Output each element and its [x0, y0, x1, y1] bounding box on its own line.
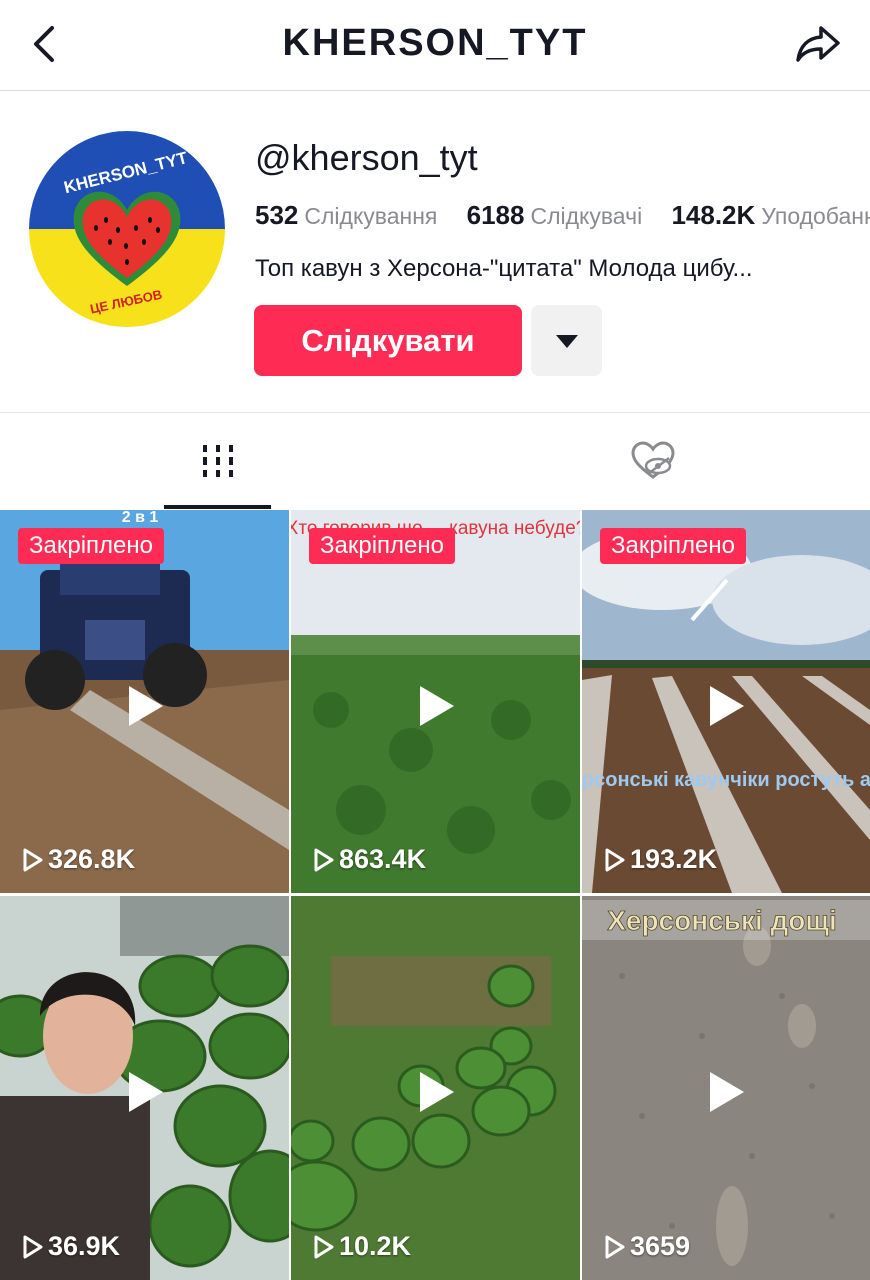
view-count: 3659	[604, 1231, 690, 1262]
pinned-badge: Закріплено	[309, 528, 455, 564]
profile-stats: 532 Слідкування 6188 Слідкувачі 148.2K Упод…	[255, 200, 870, 231]
share-icon	[796, 26, 840, 62]
play-icon	[419, 685, 454, 726]
video-tile-3[interactable]: Херсонські кавунчіки ростуть але Закріпл…	[582, 510, 870, 893]
play-icon	[419, 1072, 454, 1112]
username: @kherson_tyt	[255, 137, 478, 178]
suggested-accounts-button[interactable]	[531, 305, 602, 376]
liked-hidden-icon	[630, 441, 675, 479]
view-count: 326.8K	[22, 844, 135, 875]
video-tile-2[interactable]: Хто говорив що ... кавуна небуде? Закріп…	[291, 510, 580, 893]
page-title: KHERSON_TYT	[282, 22, 588, 64]
grid-icon	[202, 445, 233, 477]
follow-button[interactable]: Слідкувати	[254, 305, 522, 376]
video-tile-4[interactable]: 36.9K	[0, 896, 289, 1280]
play-outline-icon	[605, 848, 625, 871]
caret-down-icon	[555, 334, 578, 348]
tab-videos[interactable]	[0, 413, 435, 509]
pinned-badge: Закріплено	[600, 528, 746, 564]
likes-count: 148.2K	[671, 200, 756, 230]
video-grid: 2 в 1 Закріплено 326.8K Хто говорив що .…	[0, 510, 870, 1280]
play-outline-icon	[314, 1235, 334, 1258]
followers-label[interactable]: Слідкувачі	[530, 203, 642, 229]
active-tab-indicator	[164, 505, 271, 509]
avatar[interactable]: KHERSON_TYT ЦЕ ЛЮБОВ	[26, 128, 228, 330]
pinned-badge: Закріплено	[18, 528, 164, 564]
view-count: 193.2K	[604, 844, 717, 875]
profile-bio[interactable]: Топ кавун з Херсона-"цитата" Молода цибу…	[255, 255, 753, 283]
play-icon	[710, 685, 744, 726]
profile-tabs	[0, 412, 870, 509]
svg-text:Херсонські дощі: Херсонські дощі	[607, 905, 837, 936]
video-tile-1[interactable]: 2 в 1 Закріплено 326.8K	[0, 510, 289, 893]
play-outline-icon	[23, 1235, 43, 1258]
play-outline-icon	[314, 848, 334, 871]
likes-label: Уподобання	[761, 203, 870, 229]
svg-text:2 в 1: 2 в 1	[122, 510, 159, 526]
following-count[interactable]: 532	[255, 200, 298, 230]
video-tile-5[interactable]: 10.2K	[291, 896, 580, 1280]
play-outline-icon	[23, 848, 43, 871]
view-count: 863.4K	[313, 844, 426, 875]
video-tile-6[interactable]: Херсонські дощі 3659	[582, 896, 870, 1280]
top-bar: KHERSON_TYT	[0, 0, 870, 91]
following-label[interactable]: Слідкування	[304, 203, 437, 229]
play-icon	[710, 1072, 744, 1112]
play-icon	[128, 1072, 163, 1112]
play-outline-icon	[605, 1235, 625, 1258]
view-count: 36.9K	[22, 1231, 120, 1262]
followers-count[interactable]: 6188	[467, 200, 525, 230]
share-button[interactable]	[794, 20, 842, 68]
avatar-logo: KHERSON_TYT ЦЕ ЛЮБОВ	[27, 129, 227, 329]
svg-text:Херсонські кавунчіки ростуть а: Херсонські кавунчіки ростуть але	[582, 769, 870, 791]
play-icon	[128, 685, 163, 726]
view-count: 10.2K	[313, 1231, 411, 1262]
tab-liked[interactable]	[435, 413, 870, 509]
